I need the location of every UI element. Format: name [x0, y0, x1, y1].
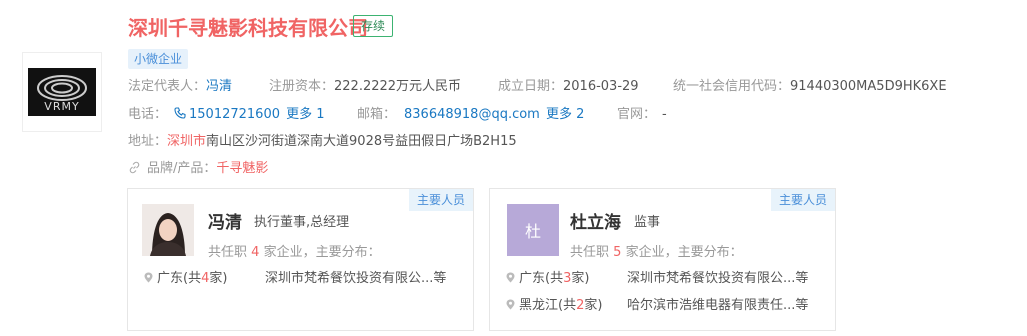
location-pin-icon	[506, 299, 515, 310]
legal-rep-link[interactable]: 冯清	[206, 79, 232, 94]
logo-text: VRMY	[44, 100, 80, 113]
location-pin-icon	[144, 272, 153, 283]
legal-rep-label: 法定代表人：	[128, 79, 207, 94]
person-role: 监事	[634, 215, 661, 230]
brand-label: 品牌/产品：	[147, 161, 217, 176]
key-personnel-tag: 主要人员	[770, 189, 835, 211]
credit-code-label: 统一社会信用代码：	[673, 79, 791, 94]
region-suffix: 家)	[584, 298, 603, 313]
capital-label: 注册资本：	[269, 79, 335, 94]
count-prefix: 共任职	[208, 245, 248, 260]
founded-label: 成立日期：	[498, 79, 564, 94]
region-prefix: 广东(共	[157, 271, 202, 286]
count-value: 4	[251, 245, 260, 260]
person-count: 共任职 4 家企业，主要分布：	[208, 241, 381, 260]
company-name[interactable]: 深圳千寻魅影科技有限公司	[128, 12, 368, 41]
brand-row: 品牌/产品：千寻魅影	[128, 159, 268, 179]
founded-value: 2016-03-29	[563, 79, 639, 94]
region-company[interactable]: 哈尔滨市浩维电器有限责任...等	[627, 294, 808, 313]
region-company-name[interactable]: 深圳市梵希餐饮投资有限公...	[265, 271, 433, 286]
region-prefix: 广东(共	[519, 271, 564, 286]
website-label: 官网：	[617, 107, 657, 122]
address-city-link[interactable]: 深圳市	[167, 134, 206, 149]
person-card[interactable]: 主要人员 冯清 执行董事,总经理 共任职 4 家企业，主要分布： 广东(共4家)…	[127, 188, 474, 331]
region-line: 黑龙江(共2家)	[506, 294, 602, 313]
count-value: 5	[613, 245, 622, 260]
region-suffix: 家)	[571, 271, 590, 286]
link-chain-icon	[129, 161, 140, 174]
person-name[interactable]: 冯清	[208, 208, 242, 233]
company-type-tag[interactable]: 小微企业	[128, 49, 189, 69]
count-suffix: 家企业，主要分布：	[625, 245, 743, 260]
person-role: 执行董事,总经理	[254, 215, 350, 230]
key-personnel-tag: 主要人员	[408, 189, 473, 211]
brand-link[interactable]: 千寻魅影	[216, 161, 268, 176]
company-logo: VRMY	[22, 52, 102, 132]
avatar-letter: 杜	[507, 204, 559, 256]
email-label: 邮箱：	[357, 107, 397, 122]
person-count: 共任职 5 家企业，主要分布：	[570, 241, 743, 260]
count-prefix: 共任职	[570, 245, 610, 260]
phone-icon	[174, 107, 186, 119]
website-value: -	[662, 107, 667, 122]
region-prefix: 黑龙江(共	[519, 298, 577, 313]
phone-more-link[interactable]: 更多 1	[286, 107, 324, 122]
region-company[interactable]: 深圳市梵希餐饮投资有限公...等	[627, 267, 808, 286]
region-company[interactable]: 深圳市梵希餐饮投资有限公...等	[265, 267, 446, 286]
region-suffix: 家)	[209, 271, 228, 286]
address-row: 地址：深圳市南山区沙河街道深南大道9028号益田假日广场B2H15	[128, 132, 517, 152]
region-more: 等	[795, 298, 809, 313]
region-line: 广东(共3家)	[506, 267, 589, 286]
person-name[interactable]: 杜立海	[570, 208, 621, 233]
region-company-name[interactable]: 深圳市梵希餐饮投资有限公...	[627, 271, 795, 286]
email-value[interactable]: 836648918@qq.com	[404, 107, 540, 122]
count-suffix: 家企业，主要分布：	[263, 245, 381, 260]
location-pin-icon	[506, 272, 515, 283]
logo-image: VRMY	[28, 68, 96, 116]
phone-label: 电话：	[128, 107, 168, 122]
credit-code-value: 91440300MA5D9HK6XE	[790, 79, 947, 94]
address-value: 南山区沙河街道深南大道9028号益田假日广场B2H15	[206, 134, 517, 149]
region-line: 广东(共4家)	[144, 267, 227, 286]
region-more: 等	[433, 271, 447, 286]
phone-value[interactable]: 15012721600	[189, 107, 280, 122]
email-more-link[interactable]: 更多 2	[546, 107, 584, 122]
capital-value: 222.2222万元人民币	[334, 79, 462, 94]
region-more: 等	[795, 271, 809, 286]
avatar	[142, 204, 194, 256]
status-badge: 存续	[353, 15, 394, 37]
person-card[interactable]: 主要人员 杜 杜立海 监事 共任职 5 家企业，主要分布： 广东(共3家) 深圳…	[489, 188, 836, 331]
address-label: 地址：	[128, 134, 168, 149]
region-company-name[interactable]: 哈尔滨市浩维电器有限责任...	[627, 298, 795, 313]
